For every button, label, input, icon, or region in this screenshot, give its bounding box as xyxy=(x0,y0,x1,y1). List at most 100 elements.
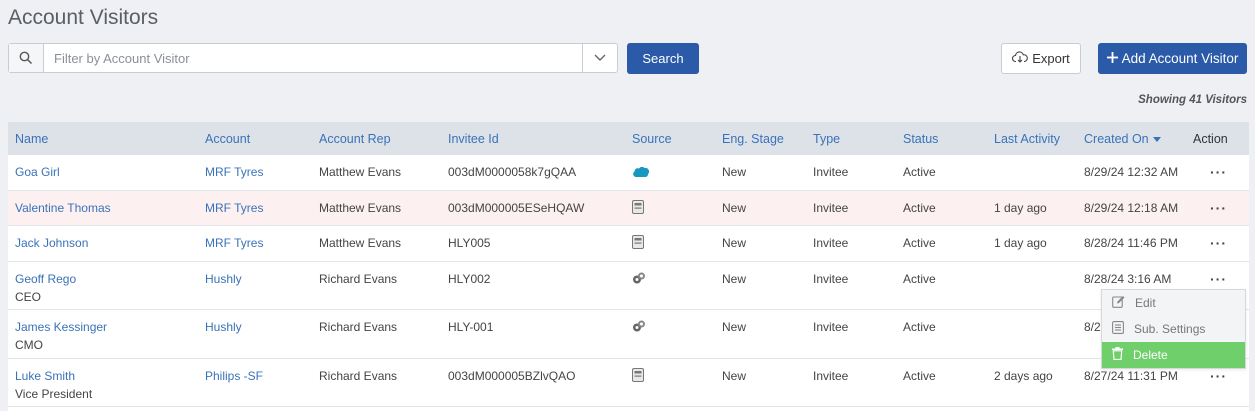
more-actions-icon[interactable]: ··· xyxy=(1210,235,1227,251)
column-status[interactable]: Status xyxy=(903,132,938,146)
salesforce-icon xyxy=(632,166,650,181)
created-on: 8/28/24 3:16 AM xyxy=(1084,272,1172,286)
invitee-id: 003dM000005ESeHQAW xyxy=(448,201,585,215)
account-rep: Matthew Evans xyxy=(319,236,402,250)
menu-item-sub-settings-label: Sub. Settings xyxy=(1134,322,1206,336)
search-icon xyxy=(9,44,44,72)
invitee-id: HLY005 xyxy=(448,236,491,250)
menu-item-edit[interactable]: Edit xyxy=(1102,290,1245,316)
account-rep: Richard Evans xyxy=(319,369,398,383)
search-button[interactable]: Search xyxy=(627,43,699,74)
table-row: Luke Smith Vice President Philips -SF Ri… xyxy=(8,359,1249,407)
table-row: Goa Girl MRF Tyres Matthew Evans 003dM00… xyxy=(8,155,1249,191)
visitor-name-cell: Luke Smith Vice President xyxy=(15,369,92,401)
chevron-down-icon[interactable] xyxy=(582,44,617,72)
account-rep: Richard Evans xyxy=(319,320,398,334)
column-last-activity[interactable]: Last Activity xyxy=(994,132,1060,146)
status: Active xyxy=(903,272,936,286)
account-link[interactable]: Hushly xyxy=(205,272,242,286)
column-invitee-id[interactable]: Invitee Id xyxy=(448,132,499,146)
account-rep: Richard Evans xyxy=(319,272,398,286)
menu-item-sub-settings[interactable]: Sub. Settings xyxy=(1102,316,1245,342)
visitor-name-link[interactable]: James Kessinger xyxy=(15,320,107,334)
table-row: Jack Johnson MRF Tyres Matthew Evans HLY… xyxy=(8,226,1249,262)
created-on: 8/28/24 11:46 PM xyxy=(1084,236,1178,250)
export-button[interactable]: Export xyxy=(1001,43,1081,74)
status: Active xyxy=(903,201,936,215)
created-on: 8/27/24 11:31 PM xyxy=(1084,369,1178,383)
eng-stage: New xyxy=(722,272,747,286)
table-row: James Kessinger CMO Hushly Richard Evans… xyxy=(8,310,1249,359)
visitor-count: Showing 41 Visitors xyxy=(1138,94,1247,106)
last-activity: 1 day ago xyxy=(994,201,1047,215)
more-actions-icon[interactable]: ··· xyxy=(1210,200,1227,216)
export-label: Export xyxy=(1032,51,1070,66)
created-on: 8/29/24 12:18 AM xyxy=(1084,201,1179,215)
column-account-rep[interactable]: Account Rep xyxy=(319,132,391,146)
account-link[interactable]: Philips -SF xyxy=(205,369,263,383)
visitor-name-link[interactable]: Geoff Rego xyxy=(15,272,76,286)
eng-stage: New xyxy=(722,165,747,179)
menu-item-delete[interactable]: Delete xyxy=(1102,342,1245,368)
more-actions-icon[interactable]: ··· xyxy=(1210,271,1227,287)
status: Active xyxy=(903,236,936,250)
list-icon xyxy=(1112,321,1124,337)
form-icon xyxy=(632,235,644,252)
column-created-on-label: Created On xyxy=(1084,132,1149,146)
column-source[interactable]: Source xyxy=(632,132,672,146)
account-rep: Matthew Evans xyxy=(319,201,402,215)
plus-icon xyxy=(1106,51,1118,66)
trash-icon xyxy=(1112,347,1123,363)
column-created-on[interactable]: Created On xyxy=(1084,132,1161,146)
visitor-name-cell: Geoff Rego CEO xyxy=(15,272,76,304)
last-activity: 1 day ago xyxy=(994,236,1047,250)
account-link[interactable]: MRF Tyres xyxy=(205,165,263,179)
invitee-id: 003dM000005BZlvQAO xyxy=(448,369,576,383)
add-account-visitor-button[interactable]: Add Account Visitor xyxy=(1098,43,1247,74)
invitee-id: HLY002 xyxy=(448,272,491,286)
visitors-table: Name Account Account Rep Invitee Id Sour… xyxy=(8,122,1249,411)
column-type[interactable]: Type xyxy=(813,132,840,146)
hushly-icon xyxy=(632,271,646,288)
column-eng-stage[interactable]: Eng. Stage xyxy=(722,132,784,146)
column-name[interactable]: Name xyxy=(15,132,48,146)
status: Active xyxy=(903,369,936,383)
invitee-id: HLY-001 xyxy=(448,320,494,334)
account-rep: Matthew Evans xyxy=(319,165,402,179)
status: Active xyxy=(903,165,936,179)
visitor-type: Invitee xyxy=(813,369,849,383)
account-link[interactable]: MRF Tyres xyxy=(205,201,263,215)
visitor-name-cell: James Kessinger CMO xyxy=(15,320,107,352)
more-actions-icon[interactable]: ··· xyxy=(1210,164,1227,180)
visitor-name-link[interactable]: Valentine Thomas xyxy=(15,201,111,215)
visitor-type: Invitee xyxy=(813,165,849,179)
more-actions-icon[interactable]: ··· xyxy=(1210,368,1227,384)
created-on: 8/2 xyxy=(1084,320,1101,334)
last-activity: 2 days ago xyxy=(994,369,1053,383)
hushly-icon xyxy=(632,319,646,336)
visitor-name-link[interactable]: Luke Smith xyxy=(15,369,75,383)
account-link[interactable]: Hushly xyxy=(205,320,242,334)
eng-stage: New xyxy=(722,236,747,250)
status: Active xyxy=(903,320,936,334)
account-link[interactable]: MRF Tyres xyxy=(205,236,263,250)
column-account[interactable]: Account xyxy=(205,132,250,146)
visitor-name-link[interactable]: Goa Girl xyxy=(15,165,60,179)
filter-input[interactable] xyxy=(44,44,582,72)
add-account-visitor-label: Add Account Visitor xyxy=(1121,51,1239,66)
visitor-job-title: Vice President xyxy=(15,387,93,401)
form-icon xyxy=(632,368,644,385)
column-action: Action xyxy=(1193,132,1228,146)
visitor-type: Invitee xyxy=(813,272,849,286)
table-row xyxy=(8,407,1249,411)
eng-stage: New xyxy=(722,201,747,215)
visitor-name-link[interactable]: Jack Johnson xyxy=(15,236,88,250)
form-icon xyxy=(632,200,644,217)
visitor-job-title: CMO xyxy=(15,338,43,352)
visitor-type: Invitee xyxy=(813,201,849,215)
table-header: Name Account Account Rep Invitee Id Sour… xyxy=(8,122,1249,155)
visitor-job-title: CEO xyxy=(15,290,42,304)
menu-item-edit-label: Edit xyxy=(1135,296,1156,310)
cloud-download-icon xyxy=(1012,51,1029,66)
visitor-type: Invitee xyxy=(813,320,849,334)
